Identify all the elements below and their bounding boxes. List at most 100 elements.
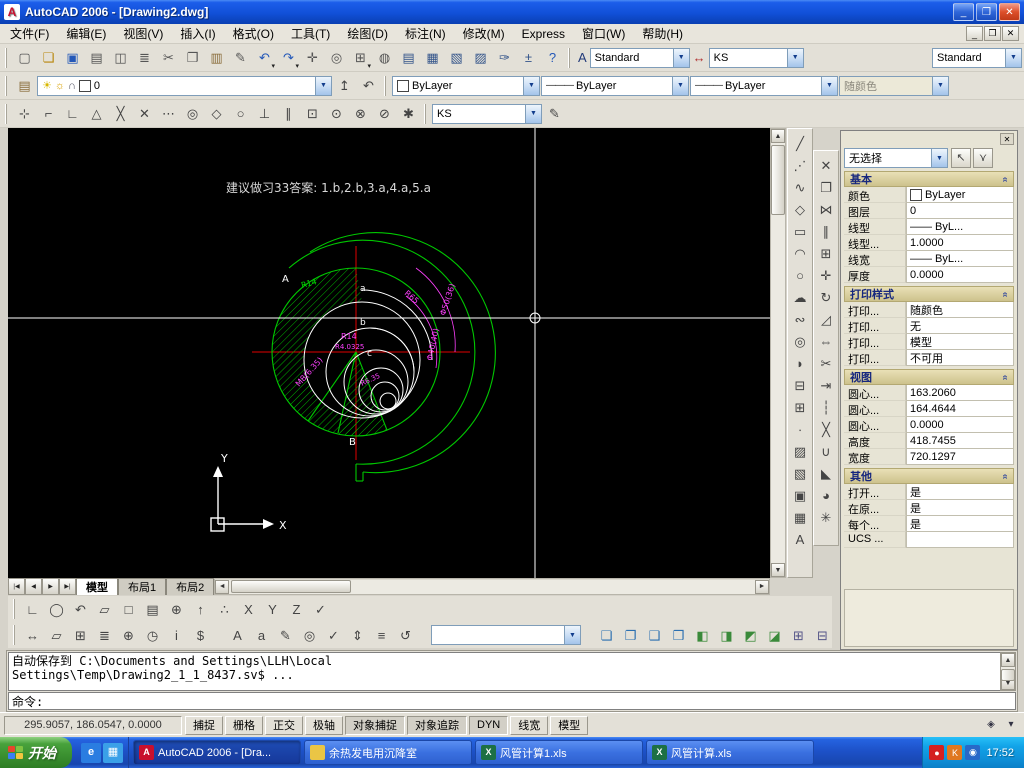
plot-preview-button[interactable]: ◫	[109, 46, 132, 69]
toolbar-grip[interactable]	[13, 599, 17, 619]
layer-combo[interactable]: ☀ ☼ ∩ 0 ▼	[37, 75, 332, 96]
mdi-restore-button[interactable]: ❐	[984, 26, 1001, 41]
menu-express[interactable]: Express	[514, 25, 573, 43]
menu-dimension[interactable]: 标注(N)	[397, 23, 454, 44]
toggle-otrack[interactable]: 对象追踪	[407, 715, 467, 735]
join-button[interactable]: ∪	[815, 440, 837, 462]
redo-button[interactable]: ↷ ▾	[277, 46, 300, 70]
table-button[interactable]: ▦	[789, 506, 811, 528]
section-misc-header[interactable]: 其他 «	[844, 468, 1014, 484]
combo-arrow-icon[interactable]: ▼	[786, 48, 803, 67]
status-button[interactable]: i	[165, 624, 188, 647]
array-button[interactable]: ⊞	[815, 242, 837, 264]
menu-format[interactable]: 格式(O)	[225, 23, 282, 44]
scrollbar-thumb[interactable]	[231, 579, 352, 593]
ellipse-arc-button[interactable]: ◗	[789, 352, 811, 374]
mass-properties-button[interactable]: ⊞	[69, 624, 92, 647]
tool-10-button[interactable]: ⊟	[811, 624, 832, 647]
copy-button[interactable]: ❐	[181, 46, 204, 69]
ucs-3point-button[interactable]: ∴	[213, 598, 236, 621]
color-combo[interactable]: ByLayer ▼	[392, 75, 540, 96]
scrollbar-thumb[interactable]	[771, 145, 785, 215]
properties-button[interactable]: ▤	[397, 46, 420, 69]
revision-cloud-button[interactable]: ☁	[789, 286, 811, 308]
toggle-polar[interactable]: 极轴	[305, 715, 343, 735]
vertical-scrollbar[interactable]: ▲ ▼	[770, 128, 786, 578]
property-value[interactable]: 是	[906, 484, 1014, 500]
menu-insert[interactable]: 插入(I)	[172, 23, 223, 44]
scroll-up-icon[interactable]: ▲	[1001, 653, 1015, 667]
property-value[interactable]	[906, 532, 1014, 548]
ucs-zaxis-button[interactable]: ↑	[189, 598, 212, 621]
justify-text-button[interactable]: ≡	[370, 624, 393, 647]
combo-arrow-icon[interactable]: ▼	[672, 76, 688, 95]
tool-6-button[interactable]: ◨	[715, 624, 738, 647]
erase-button[interactable]: ✕	[815, 154, 837, 176]
snap-parallel-button[interactable]: ∥	[277, 102, 300, 125]
draworder-send-to-back-button[interactable]: ❐	[619, 624, 642, 647]
fillet-button[interactable]: ◕	[815, 484, 837, 506]
section-view-header[interactable]: 视图 «	[844, 369, 1014, 385]
arc-button[interactable]: ◠	[789, 242, 811, 264]
property-value[interactable]: 0	[906, 203, 1014, 219]
zoom-window-button[interactable]: ⊞ ▾	[349, 46, 372, 70]
osnap-settings-button[interactable]: ✱	[397, 102, 420, 125]
property-value[interactable]: 不可用	[906, 350, 1014, 366]
mdi-close-button[interactable]: ✕	[1002, 26, 1019, 41]
toolbar-grip[interactable]	[424, 103, 428, 124]
ucs-y-button[interactable]: Y	[261, 598, 284, 621]
collapse-chevron-icon[interactable]: «	[1000, 374, 1011, 380]
property-value[interactable]: 0.0000	[906, 267, 1014, 283]
snap-endpoint-button[interactable]: ∟	[61, 102, 84, 125]
copy-object-button[interactable]: ❐	[815, 176, 837, 198]
stretch-button[interactable]: ⇔	[815, 330, 837, 352]
property-value[interactable]: 无	[906, 318, 1014, 334]
snap-tangent-button[interactable]: ○	[229, 102, 252, 125]
task-button-excel1[interactable]: X 风管计算1.xls	[475, 740, 643, 765]
task-button-excel2[interactable]: X 风管计算.xls	[646, 740, 814, 765]
mtext-button[interactable]: A	[226, 624, 249, 647]
circle-button[interactable]: ○	[789, 264, 811, 286]
layer-previous-button[interactable]: ↶	[357, 74, 380, 97]
communication-center-button[interactable]: ◈	[982, 716, 1000, 734]
scroll-up-icon[interactable]: ▲	[771, 129, 785, 143]
lineweight-combo[interactable]: ——— ByLayer ▼	[690, 75, 838, 96]
palette-close-button[interactable]: ✕	[1000, 133, 1014, 145]
tray-k-icon[interactable]: K	[947, 745, 963, 760]
start-button[interactable]: 开始	[0, 737, 72, 768]
tab-layout2[interactable]: 布局2	[166, 578, 215, 595]
zoom-previous-button[interactable]: ◍	[373, 46, 396, 69]
sheet-set-manager-button[interactable]: ▨	[469, 46, 492, 69]
polygon-button[interactable]: ◇	[789, 198, 811, 220]
command-scrollbar[interactable]: ▲ ▼	[1000, 652, 1016, 691]
line-button[interactable]: ╱	[789, 132, 811, 154]
tray-red-icon[interactable]: ●	[929, 745, 945, 760]
toolbar-grip[interactable]	[384, 75, 388, 96]
toolbar-grip[interactable]	[5, 75, 9, 96]
bottom-style-combo[interactable]: ▼	[431, 625, 581, 645]
quickcalc-button[interactable]: ±	[517, 46, 540, 69]
break-button[interactable]: ╳	[815, 418, 837, 440]
collapse-chevron-icon[interactable]: «	[1000, 176, 1011, 182]
draworder-send-under-button[interactable]: ❒	[667, 624, 690, 647]
ucs-face-button[interactable]: ▱	[93, 598, 116, 621]
tool-7-button[interactable]: ◩	[739, 624, 762, 647]
make-block-button[interactable]: ⊞	[789, 396, 811, 418]
task-button-folder[interactable]: 余热发电用沉降室	[304, 740, 472, 765]
property-value[interactable]: ByLayer	[906, 187, 1014, 203]
section-general-header[interactable]: 基本 «	[844, 171, 1014, 187]
property-value[interactable]: 模型	[906, 334, 1014, 350]
property-value[interactable]: 是	[906, 516, 1014, 532]
multiline-text-button[interactable]: A	[789, 528, 811, 550]
designcenter-button[interactable]: ▦	[421, 46, 444, 69]
menu-help[interactable]: 帮助(H)	[634, 23, 691, 44]
property-value[interactable]: 0.0000	[906, 417, 1014, 433]
ucs-x-button[interactable]: X	[237, 598, 260, 621]
toggle-model[interactable]: 模型	[550, 715, 589, 735]
edit-text-button[interactable]: ✎	[274, 624, 297, 647]
list-button[interactable]: ≣	[93, 624, 116, 647]
help-button[interactable]: ?	[541, 46, 564, 69]
publish-button[interactable]: ≣	[133, 46, 156, 69]
toolbar-grip[interactable]	[568, 47, 572, 68]
menu-tools[interactable]: 工具(T)	[283, 23, 338, 44]
